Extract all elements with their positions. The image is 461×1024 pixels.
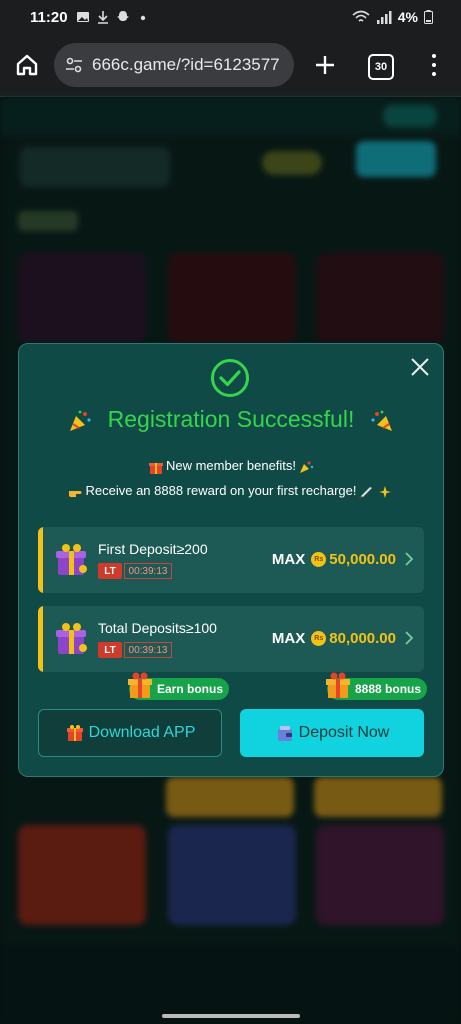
dialog-title: Registration Successful!: [107, 406, 355, 432]
max-reward: MAX Rs 50,000.00: [271, 551, 396, 568]
wallet-icon: [277, 726, 292, 741]
offer-title: First Deposit≥200: [98, 541, 208, 557]
browser-toolbar: 666c.game/?id=6123577 30: [0, 34, 461, 97]
new-tab-icon[interactable]: [312, 52, 338, 78]
gift-box-icon: [56, 623, 87, 654]
registration-success-dialog: Registration Successful! New member bene…: [18, 343, 444, 777]
dot-icon: [140, 15, 145, 21]
battery-percent: 4%: [397, 9, 418, 25]
tab-switcher-button[interactable]: 30: [368, 54, 394, 80]
gift-icon: [66, 725, 83, 741]
gift-box-icon: [56, 544, 87, 575]
status-time: 11:20: [30, 8, 68, 26]
earn-bonus-badge: Earn bonus: [128, 672, 230, 700]
gift-icon: [326, 672, 350, 698]
url-text[interactable]: 666c.game/?id=6123577: [92, 55, 288, 75]
gesture-bar: [162, 1014, 300, 1018]
party-popper-icon: [70, 410, 91, 431]
limited-time-badge: LT: [98, 642, 122, 658]
download-app-button[interactable]: Download APP: [38, 709, 222, 757]
success-check-icon: [211, 359, 249, 397]
rupee-coin-icon: Rs: [311, 552, 327, 567]
title-row: Registration Successful!: [19, 406, 443, 434]
site-settings-icon[interactable]: [64, 55, 84, 75]
pointing-hand-icon: [68, 490, 81, 497]
first-deposit-offer[interactable]: First Deposit≥200 LT 00:39:13 MAX Rs 50,…: [38, 527, 424, 593]
confetti-icon: [300, 461, 314, 473]
reward-amount: 80,000.00: [329, 630, 396, 647]
chevron-right-icon: [405, 552, 414, 566]
total-deposits-offer[interactable]: Total Deposits≥100 LT 00:39:13 MAX Rs 80…: [38, 606, 424, 672]
home-icon[interactable]: [14, 52, 40, 78]
limited-time-badge: LT: [98, 563, 122, 579]
more-menu-icon[interactable]: [424, 52, 444, 78]
gift-icon: [128, 672, 152, 698]
battery-icon: [424, 10, 433, 24]
max-reward: MAX Rs 80,000.00: [271, 630, 396, 647]
countdown-timer: 00:39:13: [124, 642, 172, 658]
snapchat-icon: [116, 11, 129, 21]
gift-icon: [148, 462, 163, 474]
offer-title: Total Deposits≥100: [98, 620, 217, 636]
signal-icon: [376, 11, 392, 24]
wifi-icon: [352, 10, 370, 22]
benefit-line-1: New member benefits!: [19, 458, 443, 474]
close-icon[interactable]: [409, 356, 431, 378]
countdown-timer: 00:39:13: [124, 563, 172, 579]
address-bar[interactable]: 666c.game/?id=6123577: [54, 43, 294, 87]
deposit-now-button[interactable]: Deposit Now: [240, 709, 424, 757]
reward-amount: 50,000.00: [329, 551, 396, 568]
party-popper-icon: [371, 410, 392, 431]
rocket-icon: [359, 486, 373, 498]
benefit-line-2: Receive an 8888 reward on your first rec…: [19, 483, 443, 499]
rupee-coin-icon: Rs: [311, 631, 327, 646]
deposit-bonus-badge: 8888 bonus: [326, 672, 428, 700]
gallery-icon: [76, 12, 89, 22]
chevron-right-icon: [405, 631, 414, 645]
status-bar: 11:20 4%: [0, 0, 461, 34]
download-icon: [97, 11, 108, 24]
sparkles-icon: [379, 485, 392, 498]
